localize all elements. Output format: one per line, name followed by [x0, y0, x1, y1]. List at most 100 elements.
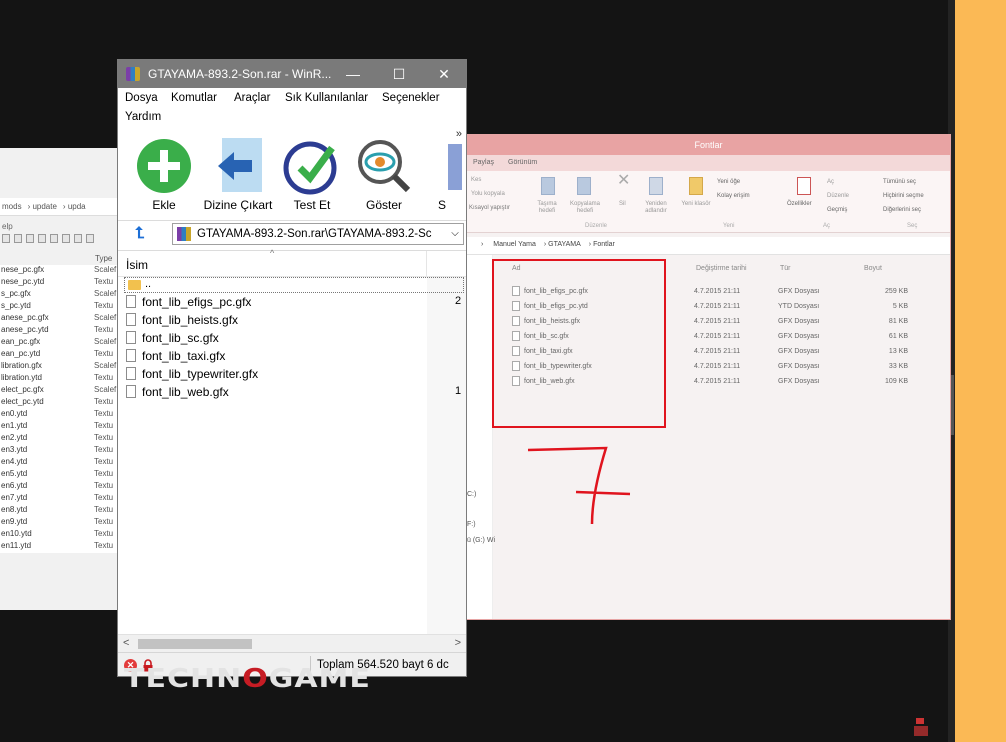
ribbon-select-none[interactable]: Hiçbirini seçme: [883, 193, 924, 200]
menu-yardim[interactable]: Yardım: [125, 111, 161, 123]
ribbon-new-folder[interactable]: Yeni klasör: [681, 201, 711, 208]
ribbon-paste-shortcut[interactable]: Kısayol yapıştır: [469, 205, 510, 212]
list-item[interactable]: anese_pc.gfx Scalef: [0, 313, 119, 325]
list-item[interactable]: en10.ytd Textu: [0, 529, 119, 541]
breadcrumb-item[interactable]: upda: [68, 202, 86, 211]
type-column-header[interactable]: Type: [95, 254, 112, 263]
file-row[interactable]: font_lib_sc.gfx: [126, 331, 219, 349]
winrar-window[interactable]: GTAYAMA-893.2-Son.rar - WinR... — ☐ ✕ Do…: [117, 59, 467, 677]
menu-dosya[interactable]: Dosya: [125, 92, 158, 104]
up-folder-button[interactable]: ⮤: [122, 223, 158, 245]
view-button[interactable]: Göster: [348, 136, 420, 214]
nav-drive[interactable]: F:): [467, 521, 476, 528]
menu-araclar[interactable]: Araçlar: [234, 92, 270, 104]
parent-folder-row[interactable]: ..: [124, 277, 464, 293]
move-to-icon[interactable]: [541, 177, 555, 195]
tool-icon[interactable]: [50, 234, 58, 243]
nav-drive[interactable]: ü (G:) Wi: [467, 537, 495, 544]
archive-file-list[interactable]: İsim ^ 21 .. font_lib_efigs_pc.gfx font_l…: [118, 248, 466, 635]
ribbon-delete[interactable]: Sil: [619, 201, 626, 208]
list-item[interactable]: en8.ytd Textu: [0, 505, 119, 517]
file-row[interactable]: font_lib_taxi.gfx: [126, 349, 225, 367]
file-row[interactable]: font_lib_typewriter.gfx: [126, 367, 258, 385]
list-item[interactable]: nese_pc.gfx Scalef: [0, 265, 119, 277]
list-item[interactable]: en6.ytd Textu: [0, 481, 119, 493]
list-item[interactable]: libration.gfx Scalef: [0, 361, 119, 373]
column-size[interactable]: Boyut: [864, 265, 882, 272]
scroll-right-arrow[interactable]: >: [455, 637, 461, 649]
list-item[interactable]: en1.ytd Textu: [0, 421, 119, 433]
list-item[interactable]: en0.ytd Textu: [0, 409, 119, 421]
copy-to-icon[interactable]: [577, 177, 591, 195]
list-item[interactable]: en2.ytd Textu: [0, 433, 119, 445]
column-header-name[interactable]: İsim ^: [118, 248, 466, 277]
breadcrumb-item[interactable]: mods: [2, 202, 22, 211]
column-divider[interactable]: [426, 251, 427, 277]
list-item[interactable]: s_pc.ytd Textu: [0, 301, 119, 313]
winrar-titlebar[interactable]: GTAYAMA-893.2-Son.rar - WinR... — ☐ ✕: [118, 60, 466, 88]
test-button[interactable]: Test Et: [276, 136, 348, 214]
breadcrumb-item[interactable]: Manuel Yama: [493, 241, 536, 248]
path-combobox[interactable]: GTAYAMA-893.2-Son.rar\GTAYAMA-893.2-Sc ⌵: [172, 223, 464, 245]
tool-icon[interactable]: [74, 234, 82, 243]
chevron-down-icon[interactable]: ⌵: [447, 224, 463, 244]
ribbon-copy-to[interactable]: Kopyalama hedefi: [565, 201, 605, 215]
column-type[interactable]: Tür: [780, 265, 864, 272]
toolbar-more-chevron[interactable]: »: [456, 128, 462, 140]
tool-icon[interactable]: [2, 234, 10, 243]
add-button[interactable]: Ekle: [128, 136, 200, 214]
explorer-address-bar[interactable]: › Manuel Yama › GTAYAMA › Fontlar: [467, 237, 950, 255]
list-item[interactable]: en5.ytd Textu: [0, 469, 119, 481]
list-item[interactable]: anese_pc.ytd Textu: [0, 325, 119, 337]
list-item[interactable]: libration.ytd Textu: [0, 373, 119, 385]
ribbon-copy-path[interactable]: Yolu kopyala: [471, 191, 505, 198]
close-button[interactable]: ✕: [421, 60, 466, 88]
extract-button[interactable]: Dizine Çıkart: [202, 136, 274, 214]
list-item[interactable]: en3.ytd Textu: [0, 445, 119, 457]
list-item[interactable]: nese_pc.ytd Textu: [0, 277, 119, 289]
ribbon-edit[interactable]: Düzenle: [827, 193, 849, 200]
ribbon-select-all[interactable]: Tümünü seç: [883, 179, 916, 186]
ribbon-rename[interactable]: Yeniden adlandır: [639, 201, 673, 215]
file-row[interactable]: font_lib_heists.gfx: [126, 313, 238, 331]
list-item[interactable]: en7.ytd Textu: [0, 493, 119, 505]
delete-icon[interactable]: ✕: [617, 173, 630, 189]
ribbon-new-item[interactable]: Yeni öğe: [717, 179, 740, 186]
nav-drive[interactable]: C:): [467, 491, 476, 498]
scrollbar-thumb[interactable]: [138, 639, 252, 649]
tool-icon[interactable]: [38, 234, 46, 243]
delete-button[interactable]: S: [418, 136, 466, 214]
list-item[interactable]: elect_pc.gfx Scalef: [0, 385, 119, 397]
help-menu-fragment[interactable]: elp: [2, 222, 13, 231]
ribbon-history[interactable]: Geçmiş: [827, 207, 847, 214]
ribbon-open[interactable]: Aç: [827, 179, 834, 186]
menu-secenekler[interactable]: Seçenekler: [382, 92, 440, 104]
ribbon-cut[interactable]: Kes: [471, 177, 481, 184]
background-explorer-left[interactable]: mods › update › upda elp Type nese_pc.gfx S…: [0, 148, 120, 610]
list-item[interactable]: ean_pc.gfx Scalef: [0, 337, 119, 349]
breadcrumb-item[interactable]: GTAYAMA: [548, 241, 581, 248]
list-item[interactable]: en4.ytd Textu: [0, 457, 119, 469]
list-item[interactable]: ean_pc.ytd Textu: [0, 349, 119, 361]
ribbon-easy-access[interactable]: Kolay erişim: [717, 193, 750, 200]
file-row[interactable]: font_lib_efigs_pc.gfx: [126, 295, 251, 313]
breadcrumb-item[interactable]: Fontlar: [593, 241, 615, 248]
properties-icon[interactable]: [797, 177, 811, 195]
scroll-left-arrow[interactable]: <: [123, 637, 129, 649]
maximize-button[interactable]: ☐: [376, 60, 422, 88]
breadcrumb-item[interactable]: update: [32, 202, 56, 211]
list-item[interactable]: elect_pc.ytd Textu: [0, 397, 119, 409]
tab-view[interactable]: Görünüm: [508, 155, 537, 171]
tool-icon[interactable]: [14, 234, 22, 243]
ribbon-properties[interactable]: Özellikler: [787, 201, 812, 208]
rename-icon[interactable]: [649, 177, 663, 195]
minimize-button[interactable]: —: [330, 60, 376, 88]
list-item[interactable]: en11.ytd Textu: [0, 541, 119, 553]
new-folder-icon[interactable]: [689, 177, 703, 195]
ribbon-invert-selection[interactable]: Diğerlerini seç: [883, 207, 921, 214]
column-date[interactable]: Değiştirme tarihi: [696, 265, 780, 272]
ribbon-move-to[interactable]: Taşıma hedefi: [533, 201, 561, 215]
horizontal-scrollbar[interactable]: < >: [118, 634, 466, 652]
tab-share[interactable]: Paylaş: [473, 155, 494, 171]
tool-icon[interactable]: [86, 234, 94, 243]
